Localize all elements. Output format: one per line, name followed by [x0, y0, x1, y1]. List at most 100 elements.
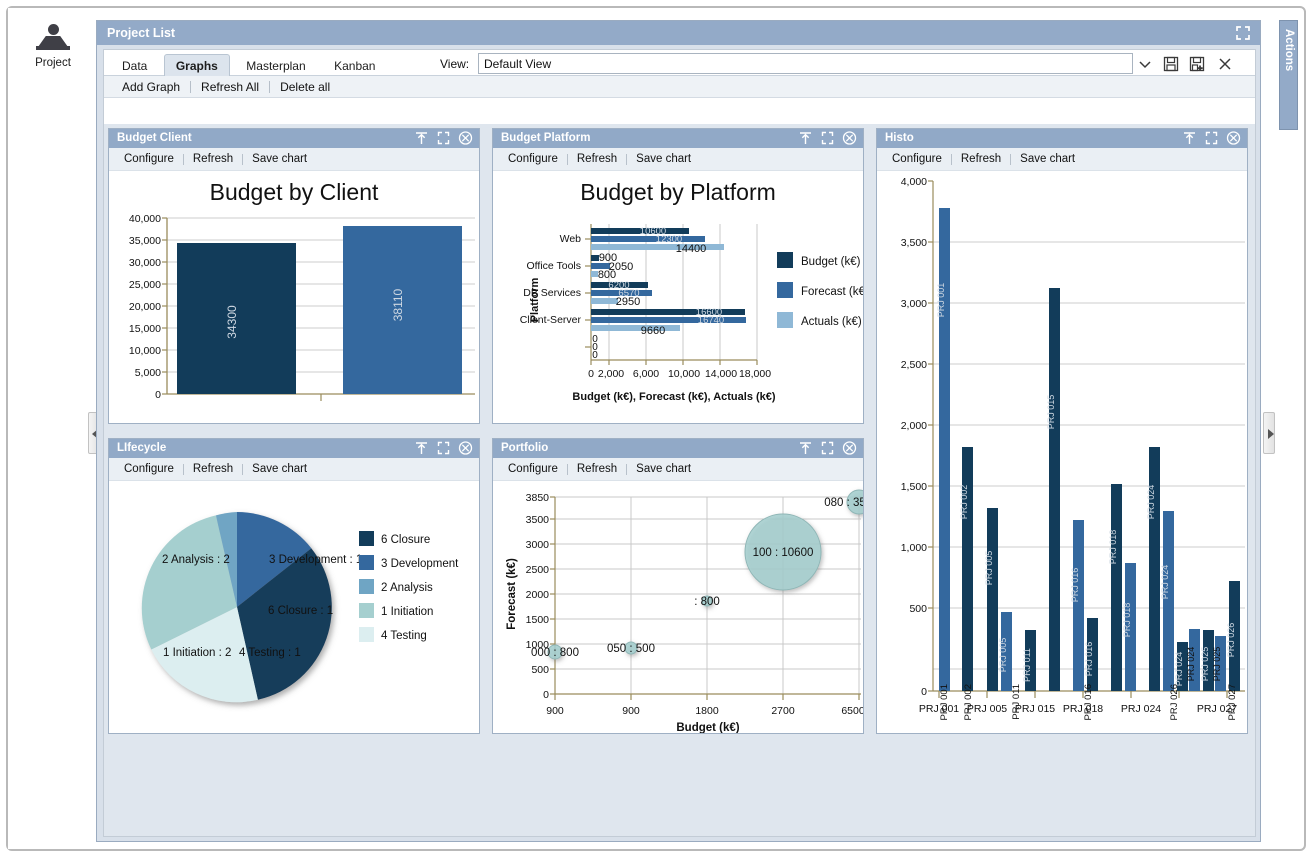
card-toolbar: Configure Refresh Save chart: [493, 148, 863, 171]
graphs-dashboard: Budget Client Configure Refresh Save cha…: [104, 124, 1255, 836]
tab-masterplan[interactable]: Masterplan: [234, 54, 317, 76]
svg-text:Forecast (k€): Forecast (k€): [506, 558, 518, 630]
svg-text:2 Analysis: 2 Analysis: [381, 582, 433, 594]
svg-text:3 Development : 1: 3 Development : 1: [269, 554, 362, 566]
add-graph-button[interactable]: Add Graph: [112, 80, 190, 94]
close-circle-icon[interactable]: [842, 130, 857, 146]
portfolio-bubbles: [547, 489, 863, 660]
configure-button[interactable]: Configure: [115, 153, 183, 165]
pin-top-icon[interactable]: [798, 130, 813, 146]
save-as-icon[interactable]: [1187, 54, 1207, 74]
configure-button[interactable]: Configure: [499, 153, 567, 165]
svg-text:PRJ 024: PRJ 024: [1186, 647, 1196, 682]
svg-text:16740: 16740: [698, 315, 724, 326]
chart-budget-client[interactable]: Budget by Client 40,000 35,000 30,000 25…: [109, 172, 479, 423]
svg-text:Budget (k€), Forecast (k€), Ac: Budget (k€), Forecast (k€), Actuals (k€): [572, 391, 775, 403]
save-chart-button[interactable]: Save chart: [243, 463, 316, 475]
configure-button[interactable]: Configure: [115, 463, 183, 475]
expand-icon[interactable]: [820, 440, 835, 456]
refresh-button[interactable]: Refresh: [184, 463, 242, 475]
card-title: Budget Platform: [501, 132, 591, 144]
svg-text:1500: 1500: [526, 614, 550, 626]
refresh-button[interactable]: Refresh: [952, 153, 1010, 165]
chart-lifecycle[interactable]: 3 Development : 1 6 Closure : 1 4 Testin…: [109, 482, 479, 733]
svg-text:PRJ 026: PRJ 026: [1226, 623, 1236, 658]
close-circle-icon[interactable]: [1226, 130, 1241, 146]
svg-text:0: 0: [592, 350, 598, 361]
configure-button[interactable]: Configure: [499, 463, 567, 475]
bar-label: 38110: [391, 288, 405, 321]
svg-text:20,000: 20,000: [129, 301, 161, 313]
card-header: Histo: [877, 129, 1247, 148]
chart-portfolio[interactable]: 38503500 30002500 20001500 1000500 0: [493, 482, 863, 733]
module-item-project[interactable]: Project: [22, 22, 84, 69]
svg-text:PRJ 018: PRJ 018: [1108, 530, 1118, 565]
refresh-button[interactable]: Refresh: [184, 153, 242, 165]
close-icon[interactable]: [1215, 54, 1235, 74]
svg-text:PRJ 005: PRJ 005: [998, 638, 1008, 673]
svg-text:25,000: 25,000: [129, 279, 161, 291]
svg-text:080 : 35: 080 : 35: [824, 497, 863, 509]
card-toolbar: Configure Refresh Save chart: [109, 458, 479, 481]
svg-text:PRJ 026: PRJ 026: [1169, 684, 1180, 720]
svg-text:PRJ 016: PRJ 016: [1070, 568, 1080, 603]
chart-histo[interactable]: 4,000 3,500 3,000 2,500 2,000 1,500 1,000 50…: [877, 172, 1247, 733]
save-chart-button[interactable]: Save chart: [1011, 153, 1084, 165]
svg-text:1 Initiation: 1 Initiation: [381, 606, 433, 618]
pin-top-icon[interactable]: [798, 440, 813, 456]
view-selector-row: View:: [440, 53, 1251, 75]
tab-strip: Data Graphs Masterplan Kanban View:: [104, 50, 1255, 76]
pin-top-icon[interactable]: [1182, 130, 1197, 146]
svg-text:500: 500: [909, 603, 927, 615]
refresh-all-button[interactable]: Refresh All: [191, 80, 269, 94]
svg-text:1,000: 1,000: [901, 542, 927, 554]
save-icon[interactable]: [1161, 54, 1181, 74]
pin-top-icon[interactable]: [414, 130, 429, 146]
card-lifecycle: LIfecycle Configure Refresh Save chart 3…: [108, 438, 480, 734]
expand-icon[interactable]: [436, 440, 451, 456]
chevron-down-icon[interactable]: [1135, 54, 1155, 74]
chart-title: Budget by Client: [210, 179, 379, 205]
portfolio-labels: 000 : 800 050 : 500 : 800 100 : 10600 08…: [531, 497, 863, 659]
expand-icon[interactable]: [1204, 130, 1219, 146]
svg-text:4 Testing : 1: 4 Testing : 1: [239, 647, 301, 659]
close-circle-icon[interactable]: [842, 440, 857, 456]
actions-panel-tab[interactable]: Actions: [1279, 20, 1298, 130]
svg-text:3850: 3850: [526, 492, 550, 504]
configure-button[interactable]: Configure: [883, 153, 951, 165]
window-body: Data Graphs Masterplan Kanban View: Defa…: [103, 49, 1256, 837]
window-titlebar: Project List: [97, 21, 1260, 45]
view-input[interactable]: [478, 53, 1133, 74]
view-label: View:: [440, 57, 470, 71]
pin-top-icon[interactable]: [414, 440, 429, 456]
svg-text:PRJ 018: PRJ 018: [1122, 603, 1132, 638]
svg-text:PRJ 025: PRJ 025: [1212, 647, 1222, 682]
chart-budget-platform[interactable]: Budget by Platform 10600 12300 14400 900…: [493, 172, 863, 423]
expand-icon[interactable]: [1234, 24, 1252, 42]
delete-all-button[interactable]: Delete all: [270, 80, 340, 94]
svg-text:PRJ 015: PRJ 015: [1046, 395, 1056, 430]
save-chart-button[interactable]: Save chart: [627, 463, 700, 475]
svg-text:500: 500: [531, 664, 549, 676]
collapse-handle-right[interactable]: [1263, 412, 1275, 454]
refresh-button[interactable]: Refresh: [568, 153, 626, 165]
save-chart-button[interactable]: Save chart: [243, 153, 316, 165]
svg-text:2,500: 2,500: [901, 359, 927, 371]
refresh-button[interactable]: Refresh: [568, 463, 626, 475]
svg-text:900: 900: [546, 705, 564, 717]
tab-data[interactable]: Data: [110, 54, 159, 76]
tab-graphs[interactable]: Graphs: [163, 54, 230, 76]
svg-text:100 : 10600: 100 : 10600: [753, 547, 814, 559]
chart-title: Budget by Platform: [580, 179, 776, 205]
close-circle-icon[interactable]: [458, 130, 473, 146]
window-title: Project List: [107, 26, 176, 40]
tab-kanban[interactable]: Kanban: [322, 54, 387, 76]
expand-icon[interactable]: [820, 130, 835, 146]
svg-text:3 Development: 3 Development: [381, 558, 459, 570]
close-circle-icon[interactable]: [458, 440, 473, 456]
svg-text:6500: 6500: [841, 705, 863, 717]
svg-text:Actuals (k€): Actuals (k€): [801, 316, 862, 328]
save-chart-button[interactable]: Save chart: [627, 153, 700, 165]
expand-icon[interactable]: [436, 130, 451, 146]
svg-text:15,000: 15,000: [129, 323, 161, 335]
